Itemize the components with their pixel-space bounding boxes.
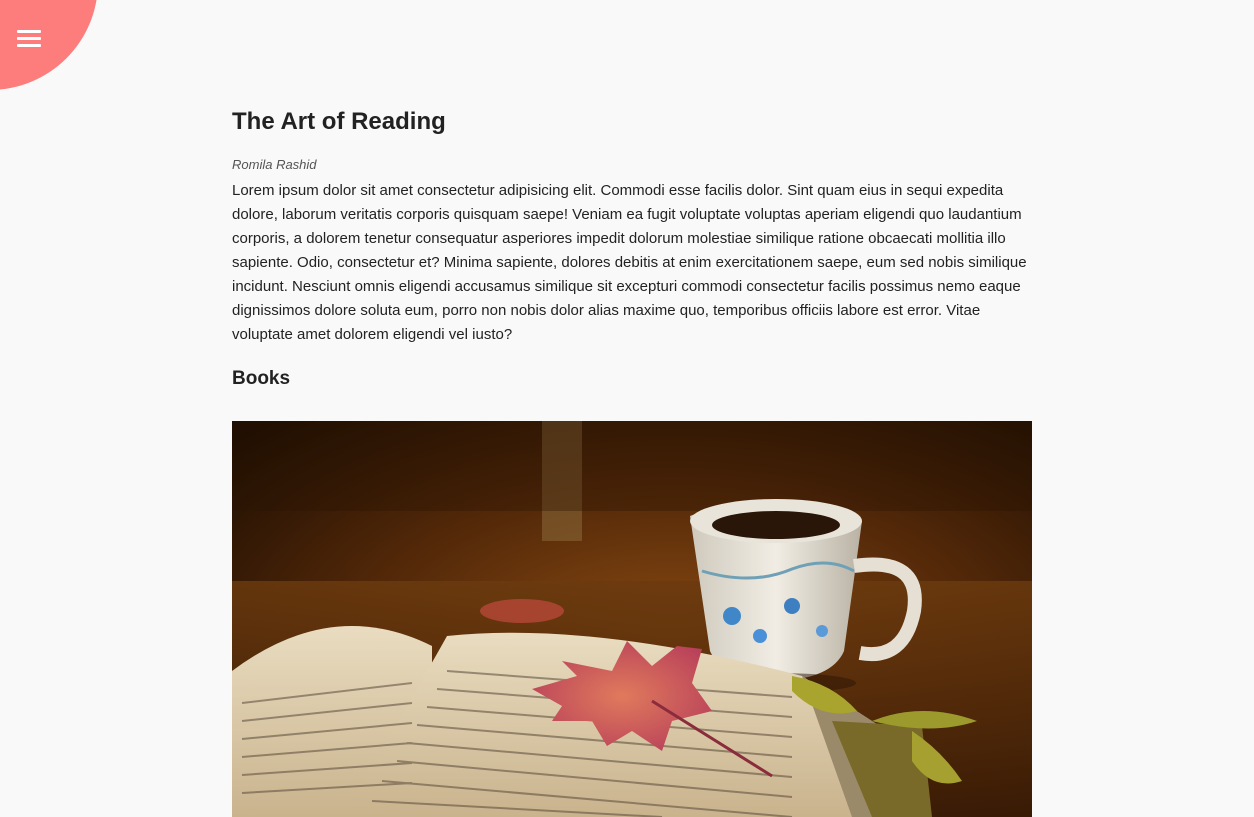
section-heading: Books: [232, 368, 291, 389]
article-title: The Art of Reading: [232, 108, 446, 135]
hamburger-menu-icon: [14, 30, 44, 47]
books-photo-illustration: [232, 421, 1032, 817]
books-photo: [232, 421, 1032, 817]
menu-button[interactable]: [14, 26, 44, 56]
article-author: Romila Rashid: [232, 157, 317, 172]
article: The Art of Reading Romila Rashid Lorem i…: [232, 100, 1032, 392]
article-body: Lorem ipsum dolor sit amet consectetur a…: [232, 182, 1027, 343]
